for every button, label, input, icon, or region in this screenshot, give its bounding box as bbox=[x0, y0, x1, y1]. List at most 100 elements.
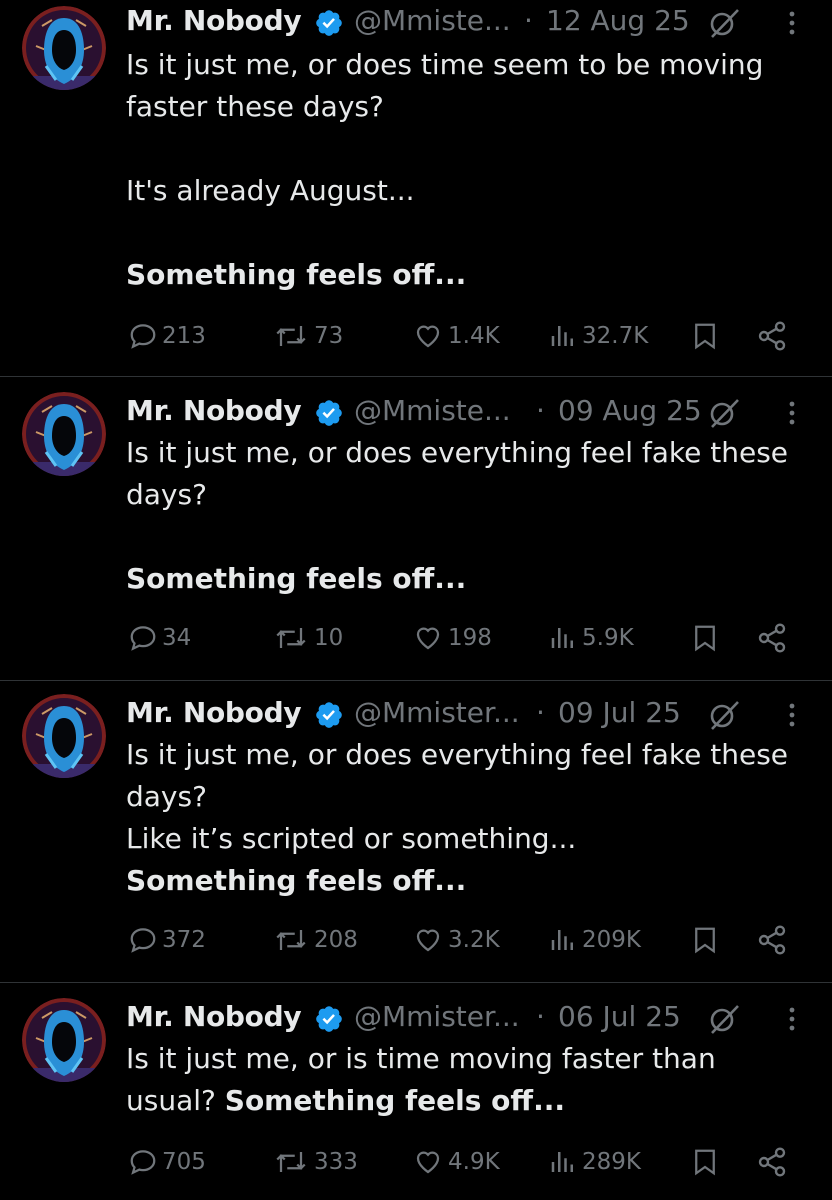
avatar[interactable] bbox=[22, 998, 106, 1082]
tweet-line: Is it just me, or does everything feel f… bbox=[126, 436, 789, 469]
more-icon[interactable] bbox=[786, 700, 798, 730]
reply-icon bbox=[130, 1150, 156, 1175]
display-name[interactable]: Mr. Nobody bbox=[126, 394, 302, 427]
repost-icon bbox=[276, 930, 306, 950]
timestamp[interactable]: 12 Aug 25 bbox=[546, 4, 690, 37]
share-button[interactable] bbox=[756, 920, 792, 960]
bookmark-button[interactable] bbox=[690, 1142, 724, 1182]
tweet-line: Is it just me, or is time moving faster … bbox=[126, 1042, 716, 1075]
reply-button[interactable]: 213 bbox=[128, 316, 206, 356]
tweet-line: faster these days? bbox=[126, 90, 384, 123]
views-button[interactable]: 5.9K bbox=[548, 618, 634, 658]
tweet-header: Mr. Nobody @Mmiste... · 12 Aug 25 bbox=[126, 2, 832, 42]
tweet-header: Mr. Nobody @Mmister... · 06 Jul 25 bbox=[126, 998, 832, 1038]
bookmark-button[interactable] bbox=[690, 920, 724, 960]
handle[interactable]: @Mmiste... bbox=[354, 4, 511, 37]
grok-icon[interactable] bbox=[708, 398, 740, 428]
display-name[interactable]: Mr. Nobody bbox=[126, 696, 302, 729]
grok-icon[interactable] bbox=[708, 8, 740, 38]
more-icon[interactable] bbox=[786, 1004, 798, 1034]
tweet-line: usual? Something feels off... bbox=[126, 1080, 816, 1122]
repost-count: 73 bbox=[314, 323, 344, 349]
avatar[interactable] bbox=[22, 694, 106, 778]
more-icon[interactable] bbox=[786, 8, 798, 38]
tweet[interactable]: Mr. Nobody @Mmister... · 06 Jul 25 Is it… bbox=[0, 998, 832, 1200]
grok-icon[interactable] bbox=[708, 700, 740, 730]
bookmark-icon bbox=[695, 1149, 715, 1176]
tweet-line: Is it just me, or does time seem to be m… bbox=[126, 48, 764, 81]
views-button[interactable]: 32.7K bbox=[548, 316, 648, 356]
divider bbox=[0, 680, 832, 681]
reply-button[interactable]: 372 bbox=[128, 920, 206, 960]
bookmark-icon bbox=[695, 323, 715, 350]
separator: · bbox=[536, 394, 545, 427]
avatar[interactable] bbox=[22, 392, 106, 476]
separator: · bbox=[536, 696, 545, 729]
reply-count: 705 bbox=[162, 1149, 206, 1175]
tweet[interactable]: Mr. Nobody @Mmister... · 09 Jul 25 Is it… bbox=[0, 694, 832, 978]
views-count: 289K bbox=[582, 1149, 641, 1175]
handle[interactable]: @Mmiste... bbox=[354, 394, 511, 427]
reply-button[interactable]: 34 bbox=[128, 618, 191, 658]
avatar[interactable] bbox=[22, 6, 106, 90]
tweet-actions: 213 73 1.4K 32.7K bbox=[126, 316, 806, 356]
reply-count: 372 bbox=[162, 927, 206, 953]
reply-button[interactable]: 705 bbox=[128, 1142, 206, 1182]
repost-count: 208 bbox=[314, 927, 358, 953]
more-icon[interactable] bbox=[786, 398, 798, 428]
verified-badge-icon bbox=[316, 10, 342, 36]
verified-badge-icon bbox=[316, 400, 342, 426]
tweet-line: Like it’s scripted or something... bbox=[126, 822, 577, 855]
like-button[interactable]: 4.9K bbox=[412, 1142, 500, 1182]
share-button[interactable] bbox=[756, 618, 792, 658]
tweet-bold-line: Something feels off... bbox=[126, 258, 467, 291]
tweet-text: Is it just me, or does time seem to be m… bbox=[126, 44, 816, 296]
divider bbox=[0, 982, 832, 983]
bookmark-icon bbox=[695, 625, 715, 652]
handle[interactable]: @Mmister... bbox=[354, 1000, 520, 1033]
reply-icon bbox=[130, 928, 156, 953]
repost-button[interactable]: 10 bbox=[272, 618, 343, 658]
bookmark-icon bbox=[695, 927, 715, 954]
tweet-actions: 705 333 4.9K 289K bbox=[126, 1142, 806, 1182]
repost-button[interactable]: 333 bbox=[272, 1142, 358, 1182]
like-button[interactable]: 1.4K bbox=[412, 316, 500, 356]
repost-button[interactable]: 73 bbox=[272, 316, 343, 356]
tweet-header: Mr. Nobody @Mmiste... · 09 Aug 25 bbox=[126, 392, 832, 432]
reply-count: 213 bbox=[162, 323, 206, 349]
heart-icon bbox=[416, 627, 440, 650]
views-count: 5.9K bbox=[582, 625, 634, 651]
handle[interactable]: @Mmister... bbox=[354, 696, 520, 729]
display-name[interactable]: Mr. Nobody bbox=[126, 1000, 302, 1033]
tweet-line bbox=[126, 212, 816, 254]
grok-icon[interactable] bbox=[708, 1004, 740, 1034]
timestamp[interactable]: 09 Aug 25 bbox=[558, 394, 702, 427]
like-button[interactable]: 3.2K bbox=[412, 920, 500, 960]
tweet-bold-line: Something feels off... bbox=[224, 1084, 565, 1117]
bookmark-button[interactable] bbox=[690, 316, 724, 356]
tweet[interactable]: Mr. Nobody @Mmiste... · 09 Aug 25 Is it … bbox=[0, 392, 832, 676]
views-button[interactable]: 289K bbox=[548, 1142, 641, 1182]
repost-icon bbox=[276, 326, 306, 346]
repost-button[interactable]: 208 bbox=[272, 920, 358, 960]
heart-icon bbox=[416, 1151, 440, 1174]
like-button[interactable]: 198 bbox=[412, 618, 492, 658]
tweet-bold-line: Something feels off... bbox=[126, 864, 467, 897]
like-count: 3.2K bbox=[448, 927, 500, 953]
tweet[interactable]: Mr. Nobody @Mmiste... · 12 Aug 25 Is it … bbox=[0, 0, 832, 376]
share-button[interactable] bbox=[756, 316, 792, 356]
timestamp[interactable]: 06 Jul 25 bbox=[558, 1000, 681, 1033]
timestamp[interactable]: 09 Jul 25 bbox=[558, 696, 681, 729]
views-icon bbox=[551, 930, 573, 950]
share-button[interactable] bbox=[756, 1142, 792, 1182]
heart-icon bbox=[416, 929, 440, 952]
tweet-actions: 372 208 3.2K 209K bbox=[126, 920, 806, 960]
bookmark-button[interactable] bbox=[690, 618, 724, 658]
tweet-line: It's already August... bbox=[126, 174, 415, 207]
views-button[interactable]: 209K bbox=[548, 920, 641, 960]
verified-badge-icon bbox=[316, 702, 342, 728]
views-icon bbox=[551, 628, 573, 648]
display-name[interactable]: Mr. Nobody bbox=[126, 4, 302, 37]
divider bbox=[0, 376, 832, 377]
views-icon bbox=[551, 326, 573, 346]
